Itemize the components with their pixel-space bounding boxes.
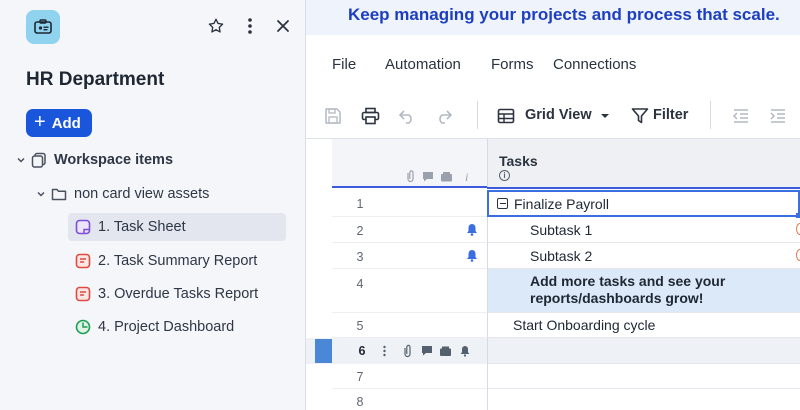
task-text: Subtask 1 (530, 222, 593, 238)
outdent-icon[interactable] (730, 105, 752, 127)
promo-banner-text: Keep managing your projects and process … (348, 5, 780, 24)
row-number: 2 (356, 224, 364, 238)
undo-icon[interactable] (396, 105, 418, 127)
task-cell[interactable] (487, 364, 800, 389)
task-text: Finalize Payroll (514, 196, 609, 212)
reminder-bell-icon[interactable] (466, 249, 478, 267)
menu-file[interactable]: File (332, 56, 356, 73)
filter-icon[interactable] (629, 105, 651, 127)
add-button[interactable]: + Add (26, 109, 92, 137)
table-row[interactable]: 2 Subtask 1 (306, 217, 800, 243)
row-number: 8 (356, 395, 364, 409)
tree-item-non-card-view-assets[interactable]: non card view assets (34, 180, 294, 208)
row-number: 1 (356, 197, 364, 211)
row-number: 3 (356, 250, 364, 264)
row-selector[interactable] (315, 339, 332, 363)
status-indicator-icon (796, 223, 800, 235)
grid-view-icon[interactable] (495, 105, 517, 127)
workspace-title: HR Department (26, 69, 165, 90)
tree-item-label: 2. Task Summary Report (98, 253, 258, 269)
print-icon[interactable] (359, 105, 381, 127)
toolbar-divider (710, 101, 711, 129)
plus-icon: + (34, 111, 46, 133)
toolbar-divider (477, 101, 478, 129)
row-header-column: i (332, 139, 487, 188)
chevron-down-icon[interactable] (14, 155, 28, 165)
table-row-active[interactable]: 6 (306, 338, 800, 364)
tree-item-overdue-tasks-report[interactable]: 3. Overdue Tasks Report (68, 280, 286, 308)
task-cell[interactable]: Start Onboarding cycle (487, 313, 800, 338)
tree-item-label: 3. Overdue Tasks Report (98, 286, 259, 302)
sheet-icon (72, 219, 94, 235)
table-row[interactable]: 8 (306, 389, 800, 410)
add-button-label: Add (51, 114, 81, 132)
chevron-down-icon[interactable] (34, 189, 48, 199)
folder-icon (48, 187, 70, 201)
table-row[interactable]: 1 Finalize Payroll (306, 190, 800, 218)
redo-icon[interactable] (433, 105, 455, 127)
task-cell[interactable] (487, 389, 800, 410)
svg-text:i: i (465, 170, 468, 183)
workspace-items-icon (28, 152, 50, 168)
row-number: 7 (356, 370, 364, 384)
collapse-toggle-icon[interactable] (497, 198, 508, 209)
column-attribute-icons: i (407, 170, 468, 183)
menu-connections[interactable]: Connections (553, 56, 636, 73)
tree-item-project-dashboard[interactable]: 4. Project Dashboard (68, 313, 286, 341)
menu-automation[interactable]: Automation (385, 56, 461, 73)
task-cell-selected[interactable]: Finalize Payroll (487, 190, 800, 218)
status-indicator-icon (796, 249, 800, 261)
workspace-logo-icon (26, 10, 60, 44)
close-icon[interactable] (271, 14, 295, 38)
reminder-bell-icon[interactable] (466, 223, 478, 241)
tree-item-label: non card view assets (74, 186, 210, 202)
header-underline (487, 187, 800, 189)
task-cell-note[interactable]: Add more tasks and see your reports/dash… (487, 269, 800, 313)
indent-icon[interactable] (767, 105, 789, 127)
dashboard-icon (72, 319, 94, 335)
tree-item-label: 4. Project Dashboard (98, 319, 235, 335)
task-cell[interactable]: Subtask 1 (487, 217, 800, 243)
promo-banner: Keep managing your projects and process … (306, 0, 800, 35)
table-row[interactable]: 4 Add more tasks and see your reports/da… (306, 269, 800, 313)
report-icon (72, 253, 94, 269)
menu-bar: File Automation Forms Connections (306, 35, 800, 93)
tree-item-label: 1. Task Sheet (98, 219, 186, 235)
favorite-star-icon[interactable] (204, 14, 228, 38)
tree-item-task-sheet[interactable]: 1. Task Sheet (68, 213, 286, 241)
table-row[interactable]: 5 Start Onboarding cycle (306, 313, 800, 338)
row-number: 4 (356, 277, 364, 291)
sheet-grid: i Tasks i 1 Finalize Payroll 2 Subtask 1… (306, 139, 800, 410)
task-text: Start Onboarding cycle (513, 317, 656, 333)
tree-item-task-summary-report[interactable]: 2. Task Summary Report (68, 247, 286, 275)
save-icon[interactable] (322, 105, 344, 127)
column-header-tasks[interactable]: Tasks i (487, 139, 800, 188)
table-row[interactable]: 7 (306, 364, 800, 389)
more-options-icon[interactable] (238, 14, 262, 38)
table-row[interactable]: 3 Subtask 2 (306, 243, 800, 269)
tree-item-label: Workspace items (54, 152, 174, 168)
tree-item-workspace-items[interactable]: Workspace items (14, 146, 294, 174)
task-cell[interactable] (487, 338, 800, 364)
grid-view-dropdown[interactable]: Grid View (525, 107, 592, 123)
workspace-panel: HR Department + Add Workspace items non … (0, 0, 306, 410)
caret-down-icon[interactable] (594, 105, 616, 127)
toolbar: Grid View Filter (306, 93, 800, 139)
report-icon (72, 286, 94, 302)
filter-button[interactable]: Filter (653, 107, 688, 123)
task-text: Add more tasks and see your reports/dash… (530, 273, 726, 306)
task-text: Subtask 2 (530, 248, 593, 264)
task-cell[interactable]: Subtask 2 (487, 243, 800, 269)
menu-forms[interactable]: Forms (491, 56, 534, 73)
row-action-icons[interactable] (382, 344, 477, 358)
info-icon[interactable]: i (499, 170, 510, 181)
row-number: 5 (356, 319, 364, 333)
column-header-label: Tasks (499, 153, 538, 169)
